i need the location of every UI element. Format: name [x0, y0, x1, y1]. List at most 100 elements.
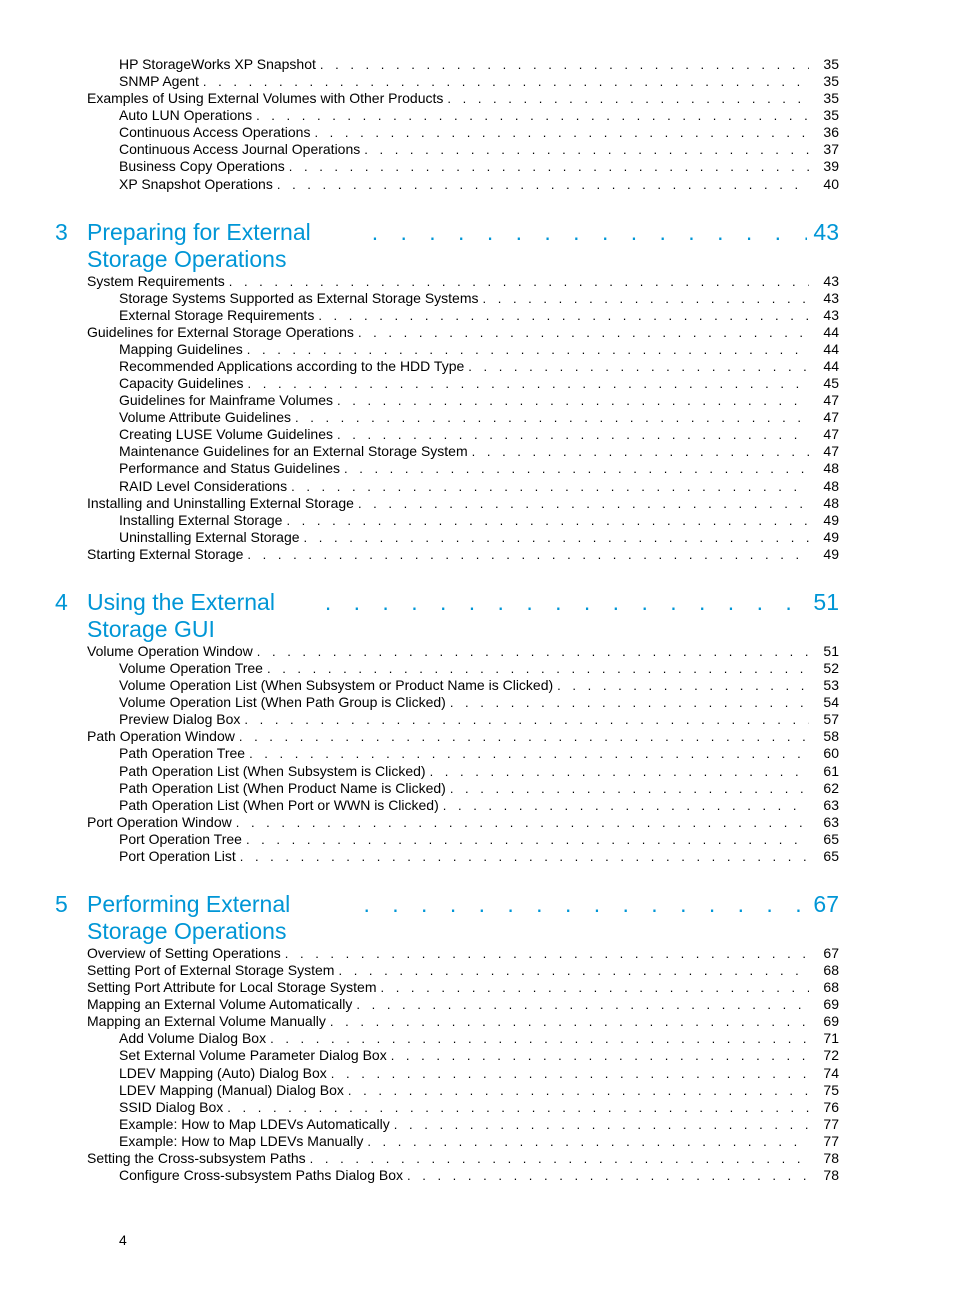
toc-entry[interactable]: Installing External Storage. . . . . . .… [55, 512, 839, 529]
toc-entry-page: 61 [809, 763, 839, 780]
leader-dots: . . . . . . . . . . . . . . . . . . . . … [273, 177, 809, 193]
toc-entry[interactable]: Volume Operation List (When Subsystem or… [55, 677, 839, 694]
toc-entry[interactable]: Port Operation List. . . . . . . . . . .… [55, 848, 839, 865]
toc-entry[interactable]: Path Operation List (When Product Name i… [55, 780, 839, 797]
toc-entry[interactable]: Volume Attribute Guidelines. . . . . . .… [55, 409, 839, 426]
toc-entry-page: 43 [809, 307, 839, 324]
toc-entry-label: Setting the Cross-subsystem Paths [87, 1150, 306, 1167]
leader-dots: . . . . . . . . . . . . . . . . . . . . … [316, 57, 809, 73]
toc-entry[interactable]: Overview of Setting Operations. . . . . … [55, 945, 839, 962]
leader-dots: . . . . . . . . . . . . . . . . . . . . … [225, 274, 809, 290]
leader-dots: . . . . . . . . . . . . . . . . . . . . … [242, 832, 809, 848]
section-title[interactable]: 3Preparing for External Storage Operatio… [55, 219, 839, 273]
leader-dots: . . . . . . . . . . . . . . . . . . . . … [390, 1117, 809, 1133]
leader-dots: . . . . . . . . . . . . . . . . . . . . … [333, 427, 809, 443]
toc-entry-page: 49 [809, 546, 839, 563]
toc-entry[interactable]: Add Volume Dialog Box. . . . . . . . . .… [55, 1030, 839, 1047]
toc-entry[interactable]: Preview Dialog Box. . . . . . . . . . . … [55, 711, 839, 728]
toc-entry-page: 60 [809, 745, 839, 762]
leader-dots: . . . . . . . . . . . . . . . . . . . . … [282, 513, 809, 529]
toc-entry-label: Continuous Access Operations [119, 124, 310, 141]
toc-entry[interactable]: Starting External Storage. . . . . . . .… [55, 546, 839, 563]
section-title[interactable]: 4Using the External Storage GUI. . . . .… [55, 589, 839, 643]
leader-dots: . . . . . . . . . . . . . . . . . . . . … [446, 781, 809, 797]
toc-entry[interactable]: Auto LUN Operations. . . . . . . . . . .… [55, 107, 839, 124]
toc-entry[interactable]: Path Operation Tree. . . . . . . . . . .… [55, 745, 839, 762]
leader-dots: . . . . . . . . . . . . . . . . . . . . … [281, 946, 809, 962]
leader-dots: . . . . . . . . . . . . . . . . . . . . … [240, 712, 809, 728]
toc-entry[interactable]: Port Operation Window. . . . . . . . . .… [55, 814, 839, 831]
toc-entry[interactable]: Volume Operation List (When Path Group i… [55, 694, 839, 711]
toc-entry-page: 47 [809, 392, 839, 409]
toc-entry-page: 44 [809, 324, 839, 341]
toc-entry[interactable]: Mapping an External Volume Automatically… [55, 996, 839, 1013]
toc-entry[interactable]: Volume Operation Window. . . . . . . . .… [55, 643, 839, 660]
toc-entry[interactable]: Setting Port of External Storage System.… [55, 962, 839, 979]
leader-dots: . . . . . . . . . . . . . . . . . . . . … [340, 461, 809, 477]
leader-dots: . . . . . . . . . . . . . . . . . . . . … [314, 308, 809, 324]
toc-entry-page: 72 [809, 1047, 839, 1064]
toc-entry-page: 77 [809, 1116, 839, 1133]
toc-entry[interactable]: SSID Dialog Box. . . . . . . . . . . . .… [55, 1099, 839, 1116]
toc-page: HP StorageWorks XP Snapshot. . . . . . .… [0, 0, 954, 1308]
toc-entry[interactable]: XP Snapshot Operations. . . . . . . . . … [55, 176, 839, 193]
toc-entry-label: Examples of Using External Volumes with … [87, 90, 443, 107]
page-number: 4 [119, 1232, 127, 1248]
toc-entry[interactable]: Recommended Applications according to th… [55, 358, 839, 375]
toc-entry[interactable]: Guidelines for External Storage Operatio… [55, 324, 839, 341]
toc-entry[interactable]: Examples of Using External Volumes with … [55, 90, 839, 107]
toc-entry-page: 53 [809, 677, 839, 694]
toc-entry[interactable]: SNMP Agent. . . . . . . . . . . . . . . … [55, 73, 839, 90]
leader-dots: . . . . . . . . . . . . . . . . . . . . … [356, 891, 808, 918]
toc-entry-page: 78 [809, 1167, 839, 1184]
leader-dots: . . . . . . . . . . . . . . . . . . . . … [352, 997, 809, 1013]
toc-entry[interactable]: Port Operation Tree. . . . . . . . . . .… [55, 831, 839, 848]
toc-entry-page: 44 [809, 358, 839, 375]
page-footer: 4 [55, 1232, 839, 1248]
leader-dots: . . . . . . . . . . . . . . . . . . . . … [333, 393, 809, 409]
toc-entry[interactable]: Example: How to Map LDEVs Automatically.… [55, 1116, 839, 1133]
toc-entry[interactable]: Business Copy Operations. . . . . . . . … [55, 158, 839, 175]
toc-entry[interactable]: Continuous Access Operations. . . . . . … [55, 124, 839, 141]
toc-entry[interactable]: Storage Systems Supported as External St… [55, 290, 839, 307]
leader-dots: . . . . . . . . . . . . . . . . . . . . … [285, 159, 809, 175]
toc-entry-page: 62 [809, 780, 839, 797]
toc-entry[interactable]: Setting the Cross-subsystem Paths. . . .… [55, 1150, 839, 1167]
toc-entry[interactable]: Volume Operation Tree. . . . . . . . . .… [55, 660, 839, 677]
toc-entry-page: 47 [809, 443, 839, 460]
toc-entry[interactable]: Setting Port Attribute for Local Storage… [55, 979, 839, 996]
toc-entry-label: Port Operation Tree [119, 831, 242, 848]
section-title[interactable]: 5Performing External Storage Operations.… [55, 891, 839, 945]
toc-entry[interactable]: LDEV Mapping (Manual) Dialog Box. . . . … [55, 1082, 839, 1099]
toc-entry[interactable]: Mapping Guidelines. . . . . . . . . . . … [55, 341, 839, 358]
toc-entry[interactable]: Path Operation List (When Port or WWN is… [55, 797, 839, 814]
toc-entry[interactable]: System Requirements. . . . . . . . . . .… [55, 273, 839, 290]
toc-entry-page: 35 [809, 90, 839, 107]
toc-entry-page: 48 [809, 495, 839, 512]
leader-dots: . . . . . . . . . . . . . . . . . . . . … [354, 496, 809, 512]
toc-entry[interactable]: Performance and Status Guidelines. . . .… [55, 460, 839, 477]
toc-entry[interactable]: Capacity Guidelines. . . . . . . . . . .… [55, 375, 839, 392]
toc-entry-label: Setting Port of External Storage System [87, 962, 334, 979]
toc-entry[interactable]: Configure Cross-subsystem Paths Dialog B… [55, 1167, 839, 1184]
toc-entry[interactable]: HP StorageWorks XP Snapshot. . . . . . .… [55, 56, 839, 73]
leader-dots: . . . . . . . . . . . . . . . . . . . . … [426, 764, 809, 780]
toc-entry[interactable]: Continuous Access Journal Operations. . … [55, 141, 839, 158]
leader-dots: . . . . . . . . . . . . . . . . . . . . … [243, 342, 809, 358]
toc-entry-label: Mapping Guidelines [119, 341, 243, 358]
toc-entry[interactable]: Guidelines for Mainframe Volumes. . . . … [55, 392, 839, 409]
leader-dots: . . . . . . . . . . . . . . . . . . . . … [300, 530, 809, 546]
toc-entry[interactable]: External Storage Requirements. . . . . .… [55, 307, 839, 324]
toc-entry[interactable]: LDEV Mapping (Auto) Dialog Box. . . . . … [55, 1065, 839, 1082]
toc-entry[interactable]: RAID Level Considerations. . . . . . . .… [55, 478, 839, 495]
toc-entry[interactable]: Path Operation Window. . . . . . . . . .… [55, 728, 839, 745]
toc-entry[interactable]: Path Operation List (When Subsystem is C… [55, 763, 839, 780]
toc-entry[interactable]: Installing and Uninstalling External Sto… [55, 495, 839, 512]
toc-entry[interactable]: Mapping an External Volume Manually. . .… [55, 1013, 839, 1030]
toc-entry[interactable]: Maintenance Guidelines for an External S… [55, 443, 839, 460]
toc-entry[interactable]: Example: How to Map LDEVs Manually. . . … [55, 1133, 839, 1150]
toc-entry-page: 76 [809, 1099, 839, 1116]
toc-entry[interactable]: Set External Volume Parameter Dialog Box… [55, 1047, 839, 1064]
toc-entry[interactable]: Creating LUSE Volume Guidelines. . . . .… [55, 426, 839, 443]
toc-entry[interactable]: Uninstalling External Storage. . . . . .… [55, 529, 839, 546]
